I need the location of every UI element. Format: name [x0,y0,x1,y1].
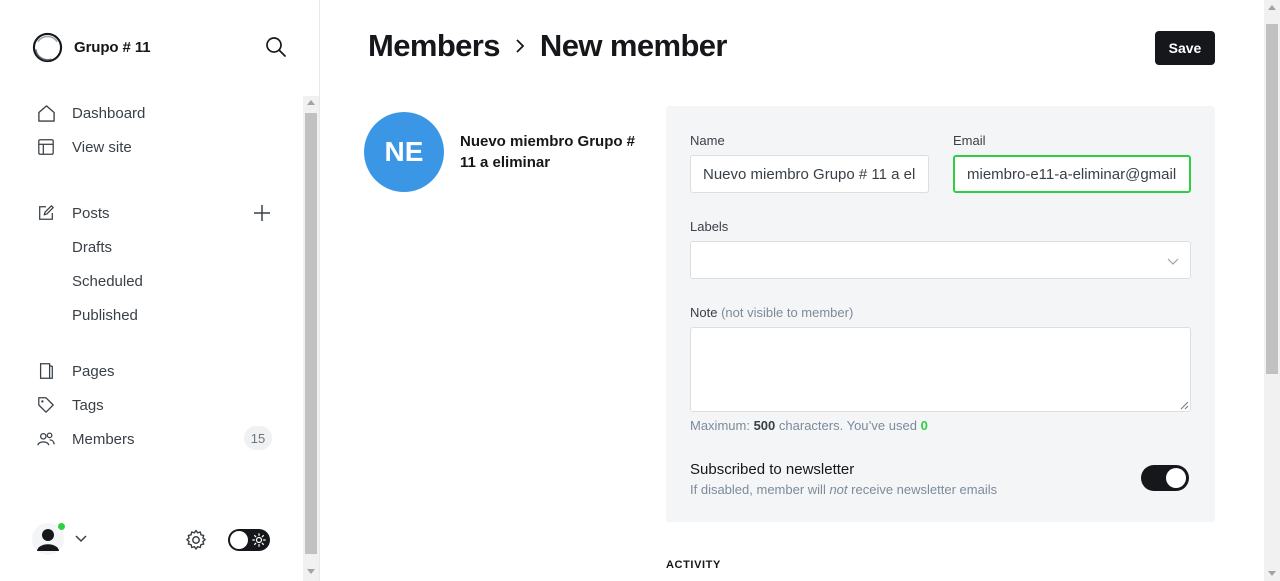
newsletter-desc-before: If disabled, member will [690,482,826,497]
toggle-knob [230,531,248,549]
brand[interactable]: Grupo # 11 [32,32,151,63]
labels-label: Labels [690,219,729,234]
note-label: Note (not visible to member) [690,305,853,320]
main-content: Members New member Save NE Nuevo miembro… [320,0,1264,581]
sidebar-item-members[interactable]: Members [36,426,135,452]
note-hint: (not visible to member) [721,305,854,320]
breadcrumb: Members New member [368,28,727,64]
char-count-middle: characters. You’ve used [778,418,917,433]
sidebar-nav: Dashboard View site Posts Drafts Schedul… [0,96,304,580]
sidebar-item-drafts[interactable]: Drafts [72,235,112,259]
gear-icon[interactable] [184,528,208,552]
site-name: Grupo # 11 [74,39,151,56]
sun-icon [252,533,266,547]
sidebar-item-label: Pages [72,362,115,380]
member-form: Name Email Labels Note (not visible to m… [666,106,1215,522]
char-count-prefix: Maximum: [690,418,750,433]
email-label: Email [953,133,986,148]
members-icon [36,429,56,449]
scroll-up-icon[interactable] [307,100,315,105]
chevron-right-icon [516,39,525,53]
sidebar-item-view-site[interactable]: View site [36,134,132,160]
scroll-thumb[interactable] [1266,24,1278,374]
site-logo-icon [32,32,63,63]
sidebar-item-published[interactable]: Published [72,303,138,327]
save-button[interactable]: Save [1155,31,1215,65]
note-textarea[interactable] [690,327,1191,412]
members-count-badge: 15 [244,426,272,450]
sidebar-item-label: Members [72,430,135,448]
breadcrumb-members-link[interactable]: Members [368,28,501,64]
sidebar-item-scheduled[interactable]: Scheduled [72,269,143,293]
search-icon[interactable] [265,36,287,58]
page-icon [36,361,56,381]
sidebar-scrollbar[interactable] [303,96,319,581]
chevron-down-icon [1167,258,1179,265]
sidebar: Grupo # 11 Dashboard View site Posts Dra… [0,0,320,581]
online-status-dot [56,521,67,532]
char-count-max: 500 [753,418,776,433]
window-scrollbar[interactable] [1264,0,1280,581]
newsletter-title: Subscribed to newsletter [690,461,855,478]
resize-handle-icon[interactable] [1179,400,1189,410]
sidebar-item-label: Tags [72,396,104,414]
chevron-down-icon [75,535,87,543]
email-input[interactable] [953,155,1191,193]
sidebar-item-label: Dashboard [72,104,146,122]
sidebar-item-label: Posts [72,204,110,222]
sidebar-item-label: View site [72,138,132,156]
sidebar-item-posts[interactable]: Posts [36,200,110,226]
scroll-thumb[interactable] [305,113,317,554]
newsletter-toggle[interactable] [1141,465,1189,491]
page-title: New member [539,28,728,63]
tag-icon [36,395,56,415]
activity-heading: ACTIVITY [666,559,721,571]
sidebar-item-pages[interactable]: Pages [36,358,115,384]
character-count: Maximum: 500 characters. You’ve used 0 [690,418,928,433]
avatar [32,521,67,555]
name-label: Name [690,133,725,148]
labels-select[interactable] [690,241,1191,279]
scroll-down-icon[interactable] [1268,571,1276,576]
toggle-knob [1166,468,1186,488]
newsletter-description: If disabled, member will not receive new… [690,482,997,497]
member-display-name: Nuevo miembro Grupo # 11 a eliminar [460,133,636,171]
add-post-icon[interactable] [250,201,274,225]
note-label-text: Note [690,305,718,320]
sidebar-item-dashboard[interactable]: Dashboard [36,100,145,126]
user-menu[interactable] [32,521,88,555]
dark-mode-toggle[interactable] [228,529,270,551]
char-count-used: 0 [920,418,928,433]
home-icon [36,103,56,123]
edit-icon [36,203,56,223]
sidebar-item-tags[interactable]: Tags [36,392,104,418]
member-avatar: NE [364,112,444,192]
layout-icon [36,137,56,157]
scroll-down-icon[interactable] [307,569,315,574]
newsletter-desc-emphasis: not [829,482,848,497]
scroll-up-icon[interactable] [1268,5,1276,10]
name-input[interactable] [690,155,929,193]
newsletter-desc-after: receive newsletter emails [851,482,998,497]
